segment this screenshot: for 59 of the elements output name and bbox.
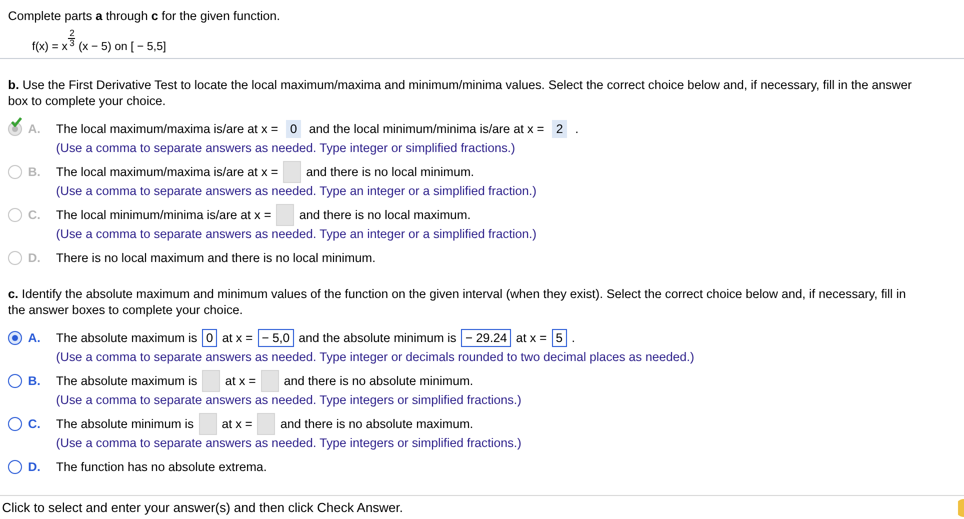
radio-button[interactable] [8, 251, 22, 266]
instruction-text: Complete parts a through c for the given function. [8, 9, 282, 23]
choice-text: The absolute minimum is [56, 417, 194, 432]
choice-text: at x = [222, 417, 252, 432]
hint-text: (Use a comma to separate answers as needed. Type integer or decimals rounded to two decimal places as needed.) [56, 349, 694, 366]
choice-text: and there is no absolute maximum. [280, 417, 474, 432]
radio-button[interactable] [8, 208, 22, 222]
footer-instruction: Click to select and enter your answer(s) and then click Check Answer. [2, 500, 404, 516]
choice-text: . [572, 331, 576, 346]
choice-text: and the local minimum/minima is/are at x = [308, 122, 544, 136]
choice-text: The local minimum/minima is/are at x = [56, 208, 272, 222]
hint-text: (Use a comma to separate answers as needed. Type integer or simplified fractions.) [56, 140, 516, 158]
hint-text: (Use a comma to separate answers as needed. Type integers or simplified fractions.) [56, 435, 522, 452]
choice-letter: B. [28, 373, 42, 390]
choice-text: The local maximum/maxima is/are at x = [56, 122, 278, 136]
hint-text: (Use a comma to separate answers as needed. Type an integer or a simplified fraction.) [56, 183, 536, 200]
choice-letter: D. [28, 250, 42, 268]
answer-box[interactable] [276, 204, 294, 226]
choice-text: and the absolute minimum is [298, 331, 456, 346]
question-prompt: b. Use the First Derivative Test to locate the local maximum/maxima and minimum/minima values. Select the correct choice below and, if necessary, fill in the answer box to complete your choice. [8, 77, 913, 110]
radio-button[interactable] [8, 331, 22, 346]
function-formula: f(x) = x 2 3 (x − 5) on [ − 5,5] [31, 29, 168, 53]
choice-text: The local maximum/maxima is/are at x = [56, 165, 278, 180]
hint-text: (Use a comma to separate answers as needed. Type integers or simplified fractions.) [56, 392, 522, 410]
choice-text: The function has no absolute extrema. [56, 460, 267, 474]
choice-text: and there is no absolute minimum. [284, 374, 474, 388]
question-prompt: c. Identify the absolute maximum and minimum values of the function on the given interval (when they exist). Select the correct choice below and, if necessary, fill in the answer boxes to complete your choice. [8, 286, 907, 318]
answer-box[interactable] [283, 161, 302, 184]
answer-box[interactable]: 2 [552, 120, 568, 138]
choice-text: The absolute maximum is [56, 374, 198, 388]
choice-letter: D. [28, 459, 42, 476]
status-icon [958, 498, 964, 517]
answer-box[interactable] [257, 413, 276, 436]
answer-box[interactable] [202, 370, 220, 392]
choice-text: at x = [222, 331, 253, 346]
choice-text: The absolute maximum is [56, 331, 198, 346]
hint-text: (Use a comma to separate answers as needed. Type an integer or a simplified fraction.) [56, 226, 536, 244]
answer-box[interactable] [198, 413, 217, 436]
choice-letter: B. [28, 164, 42, 182]
radio-button[interactable] [8, 417, 22, 432]
choice-letter: C. [28, 416, 42, 434]
radio-button[interactable] [8, 374, 22, 388]
choice-text: There is no local maximum and there is no local minimum. [56, 251, 376, 266]
answer-box[interactable]: − 29.24 [461, 329, 512, 348]
choice-text: . [575, 122, 579, 136]
answer-box[interactable] [260, 370, 279, 392]
answer-box[interactable]: 0 [286, 120, 301, 138]
answer-box[interactable]: 5 [552, 329, 567, 348]
choice-letter: A. [28, 330, 42, 348]
radio-button[interactable] [8, 165, 22, 180]
choice-text: and there is no local minimum. [306, 165, 474, 180]
radio-button[interactable] [8, 460, 22, 474]
choice-text: at x = [225, 374, 256, 388]
answer-box[interactable]: 0 [202, 329, 218, 348]
choice-text: and there is no local maximum. [299, 208, 471, 222]
choice-letter: A. [28, 121, 42, 138]
choice-letter: C. [28, 207, 42, 224]
answer-box[interactable]: − 5,0 [258, 329, 294, 348]
choice-text: at x = [516, 331, 547, 346]
